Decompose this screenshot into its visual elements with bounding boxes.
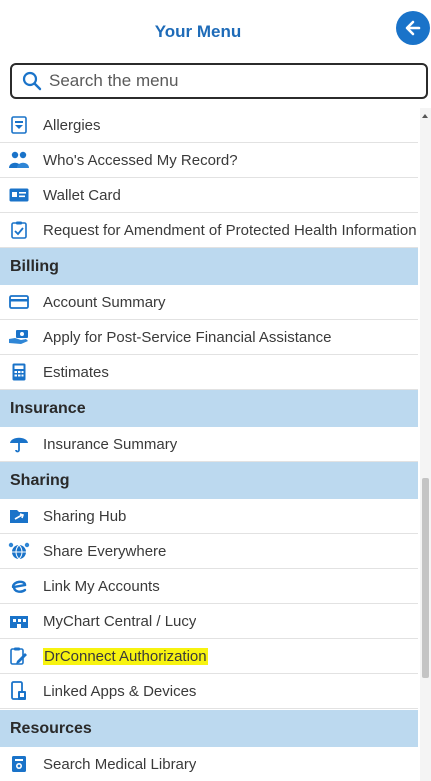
section-title: Billing (10, 257, 59, 275)
search-icon (20, 69, 44, 93)
section-insurance: Insurance (0, 390, 418, 427)
credit-card-icon (8, 291, 30, 313)
section-billing: Billing (0, 248, 418, 285)
allergies-icon (8, 114, 30, 136)
menu-item-mychart-central[interactable]: MyChart Central / Lucy (0, 604, 418, 639)
section-title: Insurance (10, 399, 86, 417)
page-title: Your Menu (154, 22, 242, 41)
menu-item-label: Apply for Post-Service Financial Assista… (43, 328, 332, 346)
scrollbar[interactable] (420, 108, 431, 781)
clipboard-edit-icon (8, 645, 30, 667)
section-sharing: Sharing (0, 462, 418, 499)
back-button[interactable] (396, 11, 430, 45)
calculator-icon (8, 361, 30, 383)
menu-item-label: Insurance Summary (43, 435, 178, 453)
menu-item-wallet-card[interactable]: Wallet Card (0, 178, 418, 213)
section-title: Resources (10, 719, 92, 737)
menu-item-medical-library[interactable]: Search Medical Library (0, 747, 418, 781)
section-resources: Resources (0, 710, 418, 747)
menu-item-label: Request for Amendment of Protected Healt… (43, 221, 417, 239)
device-icon (8, 680, 30, 702)
menu-item-label: Sharing Hub (43, 507, 127, 525)
menu-item-label: Allergies (43, 116, 101, 134)
menu-list: Allergies Who's Accessed My Record? Wall… (0, 108, 418, 781)
menu-item-amendment[interactable]: Request for Amendment of Protected Healt… (0, 213, 418, 248)
menu-item-label: Search Medical Library (43, 755, 197, 773)
menu-item-financial-assistance[interactable]: Apply for Post-Service Financial Assista… (0, 320, 418, 355)
menu-item-linked-apps[interactable]: Linked Apps & Devices (0, 674, 418, 709)
menu-item-allergies[interactable]: Allergies (0, 108, 418, 143)
building-icon (8, 610, 30, 632)
menu-item-link-accounts[interactable]: Link My Accounts (0, 569, 418, 604)
menu-item-label: Account Summary (43, 293, 166, 311)
menu-item-label: Linked Apps & Devices (43, 682, 197, 700)
umbrella-icon (8, 433, 30, 455)
menu-item-account-summary[interactable]: Account Summary (0, 285, 418, 320)
search-box[interactable] (10, 63, 428, 99)
book-icon (8, 753, 30, 775)
menu-item-label: DrConnect Authorization (43, 647, 208, 665)
scroll-up-arrow[interactable] (422, 114, 428, 118)
menu-item-label: Who's Accessed My Record? (43, 151, 238, 169)
menu-item-label: Wallet Card (43, 186, 121, 204)
arrow-left-icon (405, 20, 421, 36)
section-title: Sharing (10, 471, 70, 489)
menu-item-insurance-summary[interactable]: Insurance Summary (0, 427, 418, 462)
menu-item-label: MyChart Central / Lucy (43, 612, 197, 630)
people-icon (8, 149, 30, 171)
share-globe-icon (8, 540, 30, 562)
money-hand-icon (8, 326, 30, 348)
search-input[interactable] (49, 67, 409, 95)
folder-share-icon (8, 505, 30, 527)
link-e-icon (8, 575, 30, 597)
menu-item-estimates[interactable]: Estimates (0, 355, 418, 390)
scrollbar-thumb[interactable] (422, 478, 429, 678)
menu-item-drconnect[interactable]: DrConnect Authorization (0, 639, 418, 674)
menu-panel: Your Menu Allergies Who's Acces (0, 0, 431, 781)
menu-item-whos-accessed[interactable]: Who's Accessed My Record? (0, 143, 418, 178)
menu-item-label: Link My Accounts (43, 577, 160, 595)
menu-header: Your Menu (0, 0, 431, 60)
menu-item-label: Share Everywhere (43, 542, 167, 560)
menu-item-sharing-hub[interactable]: Sharing Hub (0, 499, 418, 534)
checklist-icon (8, 219, 30, 241)
menu-item-share-everywhere[interactable]: Share Everywhere (0, 534, 418, 569)
id-card-icon (8, 184, 30, 206)
menu-item-label: Estimates (43, 363, 109, 381)
